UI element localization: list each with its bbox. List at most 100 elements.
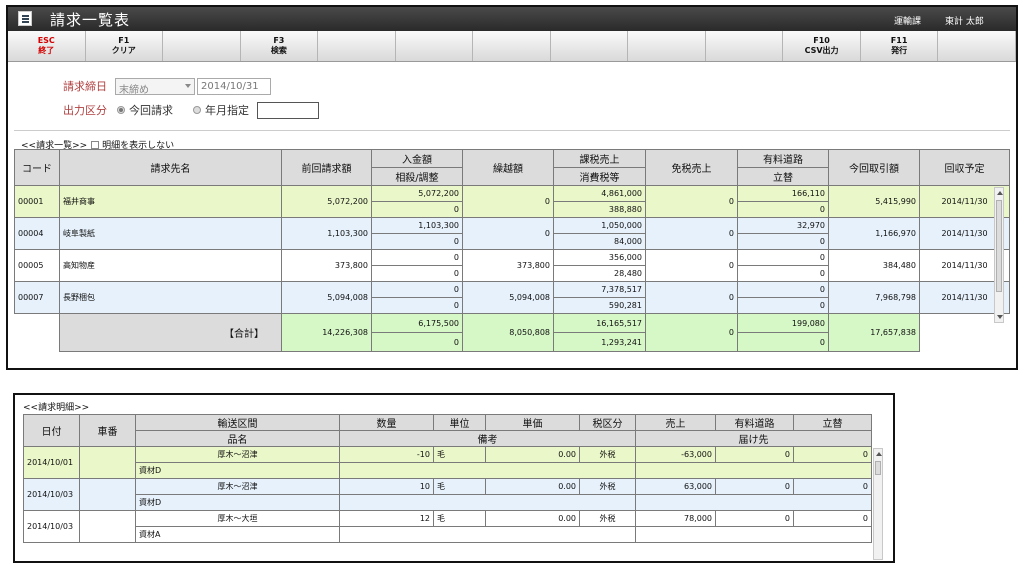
closing-type-select[interactable]: 末締め	[115, 77, 195, 96]
scroll-thumb[interactable]	[875, 461, 881, 475]
table-row[interactable]: 資材D	[24, 462, 872, 479]
fkey-f1-clear-button[interactable]: F1 クリア	[86, 31, 164, 61]
department-label: 運輸課	[894, 17, 922, 27]
cell-current: 1,166,970	[828, 217, 920, 250]
scroll-down-icon[interactable]	[997, 315, 1003, 319]
fkey-f3-search-button[interactable]: F3 検索	[241, 31, 319, 61]
cell-customer: 岐阜製紙	[59, 217, 282, 250]
cell-vehicle	[79, 478, 136, 511]
cell-tax: 590,281	[553, 297, 646, 314]
total-payment: 6,175,500	[371, 313, 463, 333]
cell-qty: 12	[339, 510, 434, 527]
user-name: 東計 太郎	[945, 17, 984, 27]
cell-sales: 63,000	[635, 478, 716, 495]
hide-detail-checkbox[interactable]	[91, 140, 100, 149]
cell-payment: 0	[371, 249, 463, 266]
cell-advance: 0	[737, 201, 829, 218]
invoice-detail-title: <<請求明細>>	[23, 403, 90, 413]
cell-destination	[635, 462, 872, 479]
fkey-esc-exit-button[interactable]: ESC 終了	[8, 31, 86, 61]
year-month-input[interactable]	[257, 101, 319, 119]
fkey-empty-button[interactable]	[318, 31, 396, 61]
fkey-f10-csv-button[interactable]: F10 CSV出力	[783, 31, 861, 61]
total-label: 【合計】	[224, 329, 264, 340]
header-toll: 有料道路	[715, 414, 794, 431]
total-taxable: 16,165,517	[553, 313, 646, 333]
document-icon	[18, 11, 32, 26]
cell-payment: 0	[371, 281, 463, 298]
cell-carry: 0	[462, 185, 554, 218]
cell-offset: 0	[371, 297, 463, 314]
invoice-detail-table: 日付 車番 輸送区間 数量 単位 単価 税区分 売上 有料道路 立替 品名 備考…	[23, 414, 872, 543]
cell-carry: 5,094,008	[462, 281, 554, 314]
cell-tax-type: 外税	[579, 510, 636, 527]
cell-toll: 32,970	[737, 217, 829, 234]
cell-remarks	[339, 526, 636, 543]
scroll-up-icon[interactable]	[876, 452, 882, 456]
cell-exempt: 0	[645, 185, 738, 218]
cell-route: 厚木～大垣	[135, 510, 340, 527]
cell-toll: 0	[737, 281, 829, 298]
table-row[interactable]: 00005 高知物産 373,800 0 373,800 356,000 0 0…	[14, 249, 1017, 282]
table-row[interactable]: 00004 岐阜製紙 1,103,300 1,103,300 0 1,050,0…	[14, 217, 1017, 250]
cell-tax: 28,480	[553, 265, 646, 282]
cell-prev: 1,103,300	[281, 217, 372, 250]
total-carry: 8,050,808	[462, 313, 554, 352]
cell-taxable: 1,050,000	[553, 217, 646, 234]
header-destination: 届け先	[635, 430, 872, 447]
table-row[interactable]: 00007 長野梱包 5,094,008 0 5,094,008 7,378,5…	[14, 281, 1017, 314]
fkey-empty-button[interactable]	[163, 31, 241, 61]
chevron-down-icon	[185, 83, 191, 88]
table-row[interactable]: 2014/10/03 厚木～大垣 12 毛 0.00 外税 78,000 0 0	[23, 510, 872, 543]
cell-destination	[635, 494, 872, 511]
cell-current: 7,968,798	[828, 281, 920, 314]
cell-item: 資材A	[135, 526, 340, 543]
cell-sales: 78,000	[635, 510, 716, 527]
invoice-list-scrollbar[interactable]	[994, 187, 1004, 323]
cell-advance: 0	[793, 478, 872, 495]
radio-current-invoice[interactable]	[117, 106, 125, 114]
cell-customer: 高知物産	[59, 249, 282, 282]
cell-tax-type: 外税	[579, 446, 636, 463]
fkey-f11-issue-button[interactable]: F11 発行	[861, 31, 939, 61]
cell-item: 資材D	[135, 462, 340, 479]
fkey-empty-button[interactable]	[551, 31, 629, 61]
invoice-detail-scrollbar[interactable]	[873, 448, 883, 560]
scroll-up-icon[interactable]	[997, 191, 1003, 195]
closing-date-input[interactable]: 2014/10/31	[197, 77, 271, 95]
header-remarks: 備考	[339, 430, 636, 447]
fkey-empty-button[interactable]	[628, 31, 706, 61]
cell-prev: 5,072,200	[281, 185, 372, 218]
header-tax-type: 税区分	[579, 414, 636, 431]
table-row[interactable]: 2014/10/03 厚木～沼津 10 毛 0.00 外税 63,000 0 0	[23, 478, 872, 511]
cell-price: 0.00	[485, 478, 580, 495]
radio-year-month[interactable]	[193, 106, 201, 114]
cell-advance: 0	[737, 297, 829, 314]
output-type-row: 出力区分 今回請求 年月指定	[63, 101, 319, 119]
cell-tax-type: 外税	[579, 478, 636, 495]
fkey-empty-button[interactable]	[706, 31, 784, 61]
table-row[interactable]: 資材A	[24, 526, 872, 543]
table-row[interactable]: 00001 福井商事 5,072,200 5,072,200 0 4,861,0…	[14, 185, 1017, 218]
header-due: 回収予定	[919, 149, 1010, 186]
cell-remarks	[339, 494, 636, 511]
cell-qty: 10	[339, 478, 434, 495]
fkey-empty-button[interactable]	[938, 31, 1016, 61]
total-tax: 1,293,241	[553, 332, 646, 352]
table-row[interactable]: 資材D	[24, 494, 872, 511]
title-bar: 請求一覧表 運輸課 東計 太郎	[8, 7, 1016, 31]
cell-date: 2014/10/03	[23, 510, 80, 543]
total-offset: 0	[371, 332, 463, 352]
table-row[interactable]: 2014/10/01 厚木～沼津 -10 毛 0.00 外税 -63,000 0…	[23, 446, 872, 479]
header-prev-amount: 前回請求額	[281, 149, 372, 186]
cell-advance: 0	[793, 446, 872, 463]
fkey-empty-button[interactable]	[473, 31, 551, 61]
cell-toll: 0	[737, 249, 829, 266]
cell-toll: 166,110	[737, 185, 829, 202]
cell-vehicle	[79, 510, 136, 543]
total-prev: 14,226,308	[281, 313, 372, 352]
scroll-thumb[interactable]	[996, 200, 1002, 292]
total-advance: 0	[737, 332, 829, 352]
cell-exempt: 0	[645, 249, 738, 282]
fkey-empty-button[interactable]	[396, 31, 474, 61]
